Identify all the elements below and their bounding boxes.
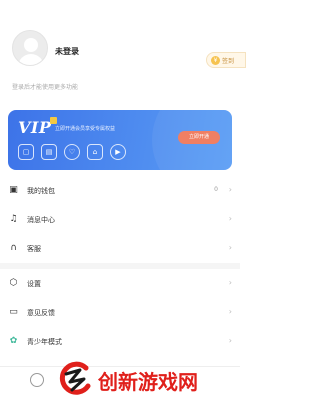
vip-card[interactable]: VIP 立即开通会员享受专属权益 立即开通 ▢ ▤ ♡ ⌂ ▶ (8, 110, 232, 170)
bell-icon: ♫ (9, 214, 18, 224)
avatar-head-shape (24, 38, 38, 52)
coin-icon: ¥ (211, 56, 220, 65)
menu-item-label: 我的钱包 (27, 187, 55, 195)
menu-item-label: 意见反馈 (27, 309, 55, 317)
menu-item-messages[interactable]: ♫ 消息中心 › (0, 205, 240, 234)
menu-item-label: 青少年模式 (27, 338, 62, 346)
wallet-icon: ▣ (9, 185, 18, 195)
vip-crown-icon (50, 117, 57, 124)
menu-item-label: 设置 (27, 280, 41, 288)
avatar-body-shape (18, 54, 44, 65)
chevron-right-icon: › (228, 214, 232, 223)
username-label[interactable]: 未登录 (55, 46, 79, 57)
tab-profile-icon[interactable] (30, 373, 44, 387)
watermark-logo-icon (59, 361, 91, 395)
chevron-right-icon: › (228, 278, 232, 287)
feedback-icon: ▭ (9, 307, 18, 317)
avatar[interactable] (12, 30, 48, 66)
settings-icon: ⬡ (9, 278, 18, 288)
vip-benefit-d-icon[interactable]: ⌂ (87, 144, 103, 160)
vip-benefit-icons: ▢ ▤ ♡ ⌂ ▶ (18, 144, 126, 160)
menu-item-wallet[interactable]: ▣ 我的钱包 0 › (0, 176, 240, 205)
vip-logo: VIP (18, 118, 52, 137)
chevron-right-icon: › (228, 307, 232, 316)
profile-header: 未登录 登录后才能使用更多功能 ¥ 签到 (0, 0, 246, 100)
menu-item-feedback[interactable]: ▭ 意见反馈 › (0, 298, 240, 327)
login-hint-text: 登录后才能使用更多功能 (12, 84, 79, 91)
headset-icon: ∩ (10, 243, 17, 253)
plant-icon: ✿ (9, 336, 18, 346)
menu-item-teen-mode[interactable]: ✿ 青少年模式 › (0, 327, 240, 356)
chevron-right-icon: › (228, 185, 232, 194)
menu-item-label: 消息中心 (27, 216, 55, 224)
checkin-button[interactable]: ¥ 签到 (206, 52, 246, 68)
menu-item-label: 客服 (27, 245, 41, 253)
vip-benefit-c-icon[interactable]: ♡ (64, 144, 80, 160)
watermark-text: 创新游戏网 (98, 370, 198, 394)
chevron-right-icon: › (228, 336, 232, 345)
watermark: 创新游戏网 (58, 360, 240, 396)
vip-benefit-a-icon[interactable]: ▢ (18, 144, 34, 160)
menu-item-settings[interactable]: ⬡ 设置 › (0, 269, 240, 298)
chevron-right-icon: › (228, 243, 232, 252)
menu-item-service[interactable]: ∩ 客服 › (0, 234, 240, 263)
vip-open-button[interactable]: 立即开通 (178, 131, 220, 144)
checkin-label: 签到 (222, 58, 235, 65)
vip-benefit-b-icon[interactable]: ▤ (41, 144, 57, 160)
wallet-count: 0 (214, 186, 218, 193)
vip-benefit-e-icon[interactable]: ▶ (110, 144, 126, 160)
menu-list: ▣ 我的钱包 0 › ♫ 消息中心 › ∩ 客服 › ⬡ 设置 › ▭ 意见反馈… (0, 176, 240, 356)
vip-description: 立即开通会员享受专属权益 (55, 126, 116, 132)
